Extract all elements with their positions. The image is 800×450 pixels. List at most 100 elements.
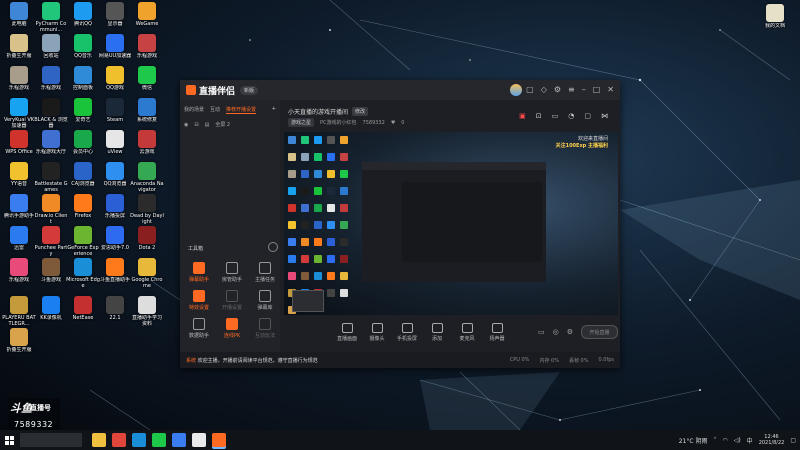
taskbar-app-live-companion-icon[interactable]: [212, 433, 226, 447]
desktop-icon-my-documents[interactable]: 我的文档: [758, 4, 792, 29]
taskbar-app-file-explorer-icon[interactable]: [92, 433, 106, 447]
window-titlebar[interactable]: 直播伴侣 新版 ▢ ◇ ⚙ ≡ – □ ✕: [180, 80, 620, 100]
weather-widget[interactable]: 21°C 阴雨: [679, 436, 708, 445]
maximize-button[interactable]: □: [593, 85, 601, 94]
version-badge[interactable]: 新版: [240, 85, 259, 95]
toolbox-item[interactable]: 主播任务: [250, 262, 280, 283]
start-button[interactable]: [0, 430, 18, 450]
desktop-icon[interactable]: 折叠生开服: [2, 328, 36, 353]
desktop-icon[interactable]: VeryKuai VK 加速器: [2, 98, 36, 129]
desktop-icon[interactable]: PyCharm Communi...: [34, 2, 68, 33]
layer-icon[interactable]: ▤: [205, 122, 210, 128]
desktop-icon[interactable]: Draw.io Client: [34, 194, 68, 225]
desktop-icon[interactable]: PLAYERU BATTLEGR...: [2, 296, 36, 327]
desktop-icon[interactable]: 乐程游戏: [34, 66, 68, 91]
desktop-icon[interactable]: 直播助手学习资料: [130, 296, 164, 327]
volume-icon[interactable]: ◁): [734, 437, 741, 444]
desktop-icon[interactable]: 云游戏: [130, 130, 164, 155]
desktop-icon[interactable]: 乐播投屏: [98, 194, 132, 219]
desktop-icon[interactable]: 腾讯手游助手: [2, 194, 36, 219]
chat-icon[interactable]: ▢: [584, 112, 591, 120]
desktop-icon[interactable]: BLACK & 浏览器: [34, 98, 68, 129]
stream-preview[interactable]: 欢迎来直播间 关注100Exp 主播福利: [284, 132, 618, 315]
network-icon[interactable]: ◠: [722, 437, 727, 444]
source-action-button[interactable]: 扬声器: [482, 322, 512, 342]
desktop-icon[interactable]: 22.1: [98, 296, 132, 321]
desktop-icon[interactable]: 微信: [130, 66, 164, 91]
desktop-icon[interactable]: Microsoft Edge: [66, 258, 100, 289]
taskbar-app-mail-icon[interactable]: [172, 433, 186, 447]
desktop-icon[interactable]: CAJ浏览器: [66, 162, 100, 187]
desktop-icon[interactable]: Steam: [98, 98, 132, 123]
clock[interactable]: 12:46 2021/8/22: [759, 434, 785, 446]
desktop-icon[interactable]: YY语音: [2, 162, 36, 187]
desktop-icon[interactable]: GeForce Experience: [66, 226, 100, 257]
desktop-icon[interactable]: 此电脑: [2, 2, 36, 27]
desktop-icon[interactable]: WPS Office: [2, 130, 36, 155]
visibility-icon[interactable]: ◉: [184, 122, 188, 128]
lock-scene-icon[interactable]: ⊡: [536, 112, 542, 120]
desktop-icon[interactable]: 迅雷: [2, 226, 36, 251]
desktop-icon[interactable]: Dead by Daylight: [130, 194, 164, 225]
source-action-button[interactable]: 手机投屏: [392, 322, 422, 342]
desktop-icon[interactable]: 乐程游戏大厅: [34, 130, 68, 155]
desktop-icon[interactable]: 乐程游戏: [2, 258, 36, 283]
toolbox-item[interactable]: 弹幕库: [250, 290, 280, 311]
share-icon[interactable]: ◇: [541, 85, 547, 94]
lock-icon[interactable]: ⊟: [194, 122, 198, 128]
start-live-button[interactable]: 开始直播: [581, 325, 618, 339]
stream-settings-icon[interactable]: ⚙: [567, 328, 573, 336]
desktop-icon[interactable]: 斗鱼游戏: [34, 258, 68, 283]
desktop-icon[interactable]: QQ浏览器: [98, 162, 132, 187]
desktop-icon[interactable]: uView: [98, 130, 132, 155]
taskbar-app-edge-icon[interactable]: [132, 433, 146, 447]
ime-icon[interactable]: 中: [747, 436, 753, 445]
add-scene-icon[interactable]: +: [272, 106, 276, 114]
desktop-icon[interactable]: 会员中心: [66, 130, 100, 155]
toolbox-item[interactable]: 数据助手: [184, 318, 214, 339]
minimize-button[interactable]: –: [582, 85, 586, 94]
toolbox-item[interactable]: 特效设置: [184, 290, 214, 311]
desktop-icon[interactable]: 乐程游戏: [2, 66, 36, 91]
tab-recommended-settings[interactable]: 推荐开播设置: [226, 106, 257, 114]
desktop-icon[interactable]: 网易UU加速器: [98, 34, 132, 59]
toolbox-item[interactable]: 房管助手: [217, 262, 247, 283]
toolbox-item[interactable]: 开播设置: [217, 290, 247, 311]
desktop-icon[interactable]: 显示器: [98, 2, 132, 27]
toolbox-item[interactable]: 连线PK: [217, 318, 247, 339]
settings-icon[interactable]: ⚙: [554, 85, 561, 94]
notification-center-icon[interactable]: ▢: [790, 437, 796, 444]
record-icon[interactable]: ▭: [552, 112, 559, 120]
desktop-icon[interactable]: QQ音乐: [66, 34, 100, 59]
source-action-button[interactable]: 麦克风: [452, 322, 482, 342]
tray-chevron-icon[interactable]: ˄: [713, 437, 716, 444]
desktop-icon[interactable]: QQ游戏: [98, 66, 132, 91]
notification-icon[interactable]: ◔: [568, 112, 574, 120]
menu-icon[interactable]: ≡: [568, 85, 575, 94]
camera-toggle-icon[interactable]: ▭: [538, 328, 545, 336]
message-icon[interactable]: ▢: [526, 85, 534, 94]
taskbar-app-chrome-icon[interactable]: [112, 433, 126, 447]
taskbar-app-wechat-icon[interactable]: [152, 433, 166, 447]
desktop-icon[interactable]: 折叠生开服: [2, 34, 36, 59]
taskbar-search[interactable]: [20, 433, 82, 447]
gift-icon[interactable]: ▣: [519, 112, 526, 120]
share-stream-icon[interactable]: ⋈: [601, 112, 608, 120]
source-action-button[interactable]: 直播画面: [332, 322, 362, 342]
category-chip[interactable]: 游戏之星: [288, 118, 315, 127]
desktop-icon[interactable]: Dota 2: [130, 226, 164, 251]
desktop-icon[interactable]: Battlestate Games: [34, 162, 68, 193]
desktop-icon[interactable]: 爱思助手7.0: [98, 226, 132, 251]
user-avatar[interactable]: [510, 84, 522, 96]
desktop-icon[interactable]: WeGame: [130, 2, 164, 27]
desktop-icon[interactable]: Punchee Party: [34, 226, 68, 257]
desktop-icon[interactable]: KK录像机: [34, 296, 68, 321]
scene-edit-button[interactable]: 修改: [352, 107, 369, 116]
desktop-icon[interactable]: 系统修复: [130, 98, 164, 123]
beauty-icon[interactable]: ◎: [553, 328, 559, 336]
desktop-icon[interactable]: Firefox: [66, 194, 100, 219]
desktop-icon[interactable]: 控制面板: [66, 66, 100, 91]
desktop-icon[interactable]: NetEase: [66, 296, 100, 321]
desktop-icon[interactable]: 回收站: [34, 34, 68, 59]
desktop-icon[interactable]: 爱奇艺: [66, 98, 100, 123]
